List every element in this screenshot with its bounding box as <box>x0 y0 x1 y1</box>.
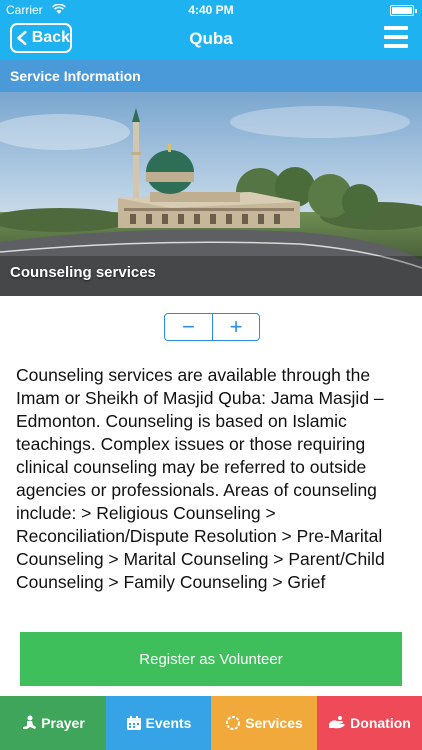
tab-events[interactable]: Events <box>106 696 211 750</box>
tab-services[interactable]: Services <box>211 696 317 750</box>
donation-icon <box>329 716 345 729</box>
navigation-bar: Back Quba <box>0 20 422 60</box>
hero-caption: Counseling services <box>10 264 156 281</box>
tab-donation[interactable]: Donation <box>317 696 422 750</box>
tab-prayer-label: Prayer <box>41 715 85 731</box>
tab-events-label: Events <box>145 715 192 731</box>
tab-donation-label: Donation <box>350 715 411 731</box>
increase-button[interactable]: + <box>212 314 259 340</box>
services-icon <box>226 716 241 730</box>
chevron-left-icon <box>17 30 27 46</box>
tab-prayer[interactable]: Prayer <box>0 696 106 750</box>
back-label: Back <box>31 29 70 46</box>
status-bar: Carrier 4:40 PM <box>0 0 422 20</box>
tab-services-label: Services <box>245 715 303 731</box>
mosque-hero-image: Counseling services <box>0 92 422 296</box>
back-button[interactable]: Back <box>10 23 72 53</box>
prayer-icon <box>23 715 37 729</box>
calendar-icon <box>126 716 141 730</box>
section-header: Service Information <box>0 60 422 92</box>
register-volunteer-button[interactable]: Register as Volunteer <box>20 632 402 686</box>
decrease-button[interactable]: − <box>165 314 212 340</box>
hamburger-menu-icon[interactable] <box>384 24 408 50</box>
text-size-stepper: − + <box>164 313 260 341</box>
bottom-tab-bar: Prayer Events Services Donation <box>0 696 422 750</box>
battery-icon <box>390 5 417 16</box>
service-description: Counseling services are available throug… <box>16 365 385 592</box>
clock-time: 4:40 PM <box>188 3 234 17</box>
